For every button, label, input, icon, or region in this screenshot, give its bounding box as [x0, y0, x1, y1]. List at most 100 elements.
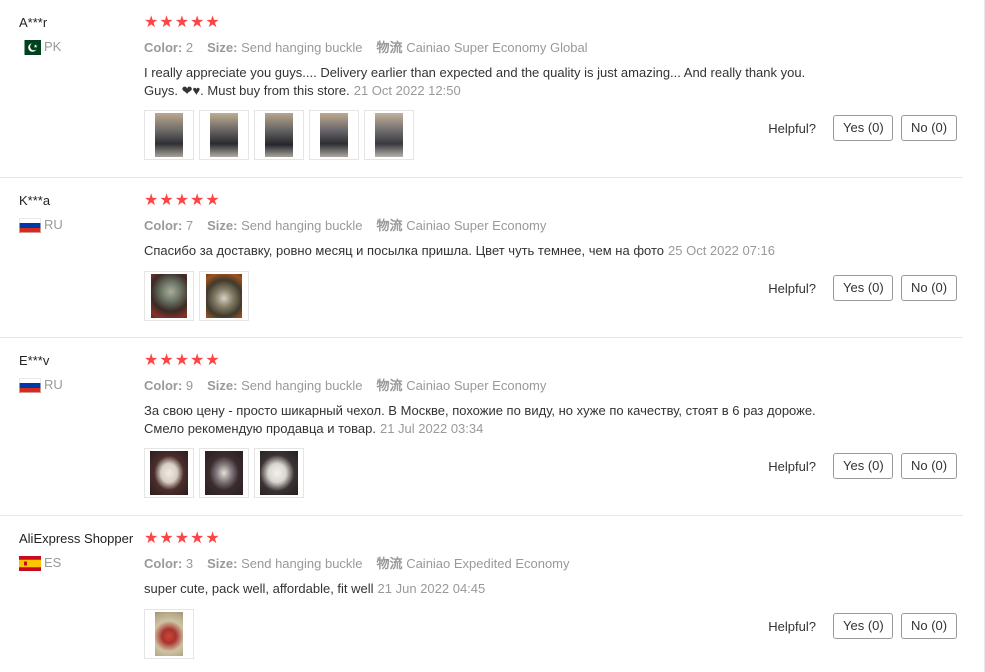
helpful-no-button[interactable]: No (0)	[901, 613, 957, 639]
review-item: A***r PK ★★★★★ Color: 2 Size: Send hangin…	[0, 0, 963, 178]
shipping-value: Cainiao Super Economy	[406, 218, 547, 233]
shipping-key: 物流	[376, 218, 403, 233]
size-key: Size:	[207, 218, 238, 233]
review-content: ★★★★★ Color: 9 Size: Send hanging buckle 物…	[144, 352, 844, 498]
helpful-vote: Helpful? Yes (0) No (0)	[768, 275, 957, 301]
helpful-no-button[interactable]: No (0)	[901, 115, 957, 141]
color-key: Color:	[144, 218, 183, 233]
review-text-line1: super cute, pack well, affordable, fit w…	[144, 581, 374, 596]
review-text: За свою цену - просто шикарный чехол. В …	[144, 402, 844, 437]
reviewer-name: AliExpress Shopper	[19, 531, 134, 546]
country-code: PK	[44, 39, 62, 54]
review-text-line1: За свою цену - просто шикарный чехол. В …	[144, 403, 816, 418]
review-attributes: Color: 2 Size: Send hanging buckle 物流 Cain…	[144, 39, 844, 57]
helpful-vote: Helpful? Yes (0) No (0)	[768, 613, 957, 639]
russia-flag-icon	[19, 217, 41, 233]
color-value: 2	[185, 40, 194, 55]
star-rating: ★★★★★	[144, 530, 221, 547]
shipping-key: 物流	[376, 40, 403, 55]
size-value: Send hanging buckle	[241, 218, 363, 233]
review-photo-thumbnail[interactable]	[199, 448, 249, 498]
reviewer-name: E***v	[19, 353, 50, 368]
review-user: A***r PK	[19, 14, 144, 55]
review-text-line1: Спасибо за доставку, ровно месяц и посыл…	[144, 243, 665, 258]
review-content: ★★★★★ Color: 2 Size: Send hanging buckle 物…	[144, 14, 844, 160]
review-date: 21 Jun 2022 04:45	[377, 581, 486, 596]
review-item: AliExpress Shopper ES ★★★★★ Color: 3 Size…	[0, 516, 963, 672]
review-attributes: Color: 9 Size: Send hanging buckle 物流 Cain…	[144, 377, 844, 395]
review-photo-thumbnail[interactable]	[144, 448, 194, 498]
reviewer-name: A***r	[19, 15, 48, 30]
review-text: I really appreciate you guys.... Deliver…	[144, 64, 844, 99]
review-text-line2: Guys. ❤♥. Must buy from this store.	[144, 82, 350, 98]
review-date: 21 Oct 2022 12:50	[353, 82, 461, 98]
review-photo-thumbnail[interactable]	[144, 270, 194, 321]
color-key: Color:	[144, 378, 183, 393]
review-text: super cute, pack well, affordable, fit w…	[144, 580, 844, 598]
helpful-vote: Helpful? Yes (0) No (0)	[768, 115, 957, 141]
size-value: Send hanging buckle	[241, 556, 363, 571]
review-text-line2: Смело рекомендую продавца и товар.	[144, 420, 376, 436]
review-photos	[144, 608, 844, 659]
review-photo-thumbnail[interactable]	[199, 110, 249, 160]
review-photo-thumbnail[interactable]	[254, 448, 304, 498]
color-key: Color:	[144, 40, 183, 55]
size-key: Size:	[207, 378, 238, 393]
review-attributes: Color: 3 Size: Send hanging buckle 物流 Cain…	[144, 555, 844, 573]
shipping-value: Cainiao Super Economy	[406, 378, 547, 393]
size-value: Send hanging buckle	[241, 378, 363, 393]
reviewer-country: PK	[19, 39, 144, 55]
shipping-value: Cainiao Super Economy Global	[406, 40, 588, 55]
color-value: 9	[185, 378, 194, 393]
spain-flag-icon	[19, 555, 41, 571]
shipping-key: 物流	[376, 378, 403, 393]
review-photos	[144, 270, 844, 321]
color-key: Color:	[144, 556, 183, 571]
helpful-label: Helpful?	[768, 280, 816, 296]
helpful-yes-button[interactable]: Yes (0)	[833, 613, 893, 639]
star-rating: ★★★★★	[144, 352, 221, 369]
review-item: K***a RU ★★★★★ Color: 7 Size: Send hangin…	[0, 178, 963, 338]
review-photo-thumbnail[interactable]	[144, 608, 194, 659]
review-user: AliExpress Shopper ES	[19, 530, 144, 571]
review-photos	[144, 448, 844, 498]
review-photos	[144, 110, 844, 160]
helpful-no-button[interactable]: No (0)	[901, 453, 957, 479]
review-attributes: Color: 7 Size: Send hanging buckle 物流 Cain…	[144, 217, 844, 235]
country-code: RU	[44, 217, 63, 232]
review-photo-thumbnail[interactable]	[254, 110, 304, 160]
review-date: 25 Oct 2022 07:16	[668, 243, 775, 258]
review-photo-thumbnail[interactable]	[199, 270, 249, 321]
russia-flag-icon	[19, 377, 41, 393]
size-key: Size:	[207, 40, 238, 55]
review-date: 21 Jul 2022 03:34	[379, 420, 484, 436]
helpful-label: Helpful?	[768, 120, 816, 136]
country-code: ES	[44, 555, 62, 570]
helpful-yes-button[interactable]: Yes (0)	[833, 275, 893, 301]
review-photo-thumbnail[interactable]	[364, 110, 414, 160]
helpful-vote: Helpful? Yes (0) No (0)	[768, 453, 957, 479]
reviewer-name: K***a	[19, 193, 51, 208]
helpful-yes-button[interactable]: Yes (0)	[833, 453, 893, 479]
star-rating: ★★★★★	[144, 192, 221, 209]
star-rating: ★★★★★	[144, 14, 221, 31]
helpful-no-button[interactable]: No (0)	[901, 275, 957, 301]
country-code: RU	[44, 377, 63, 392]
review-text: Спасибо за доставку, ровно месяц и посыл…	[144, 242, 844, 260]
review-photo-thumbnail[interactable]	[309, 110, 359, 160]
helpful-label: Helpful?	[768, 458, 816, 474]
reviewer-country: RU	[19, 217, 144, 233]
review-text-line1: I really appreciate you guys.... Deliver…	[144, 65, 806, 80]
size-value: Send hanging buckle	[241, 40, 363, 55]
reviewer-country: RU	[19, 377, 144, 393]
review-item: E***v RU ★★★★★ Color: 9 Size: Send hangin…	[0, 338, 963, 516]
color-value: 3	[185, 556, 194, 571]
review-content: ★★★★★ Color: 7 Size: Send hanging buckle 物…	[144, 192, 844, 321]
review-photo-thumbnail[interactable]	[144, 110, 194, 160]
reviewer-country: ES	[19, 555, 144, 571]
helpful-label: Helpful?	[768, 618, 816, 634]
color-value: 7	[185, 218, 194, 233]
helpful-yes-button[interactable]: Yes (0)	[833, 115, 893, 141]
review-content: ★★★★★ Color: 3 Size: Send hanging buckle 物…	[144, 530, 844, 659]
shipping-key: 物流	[376, 556, 403, 571]
